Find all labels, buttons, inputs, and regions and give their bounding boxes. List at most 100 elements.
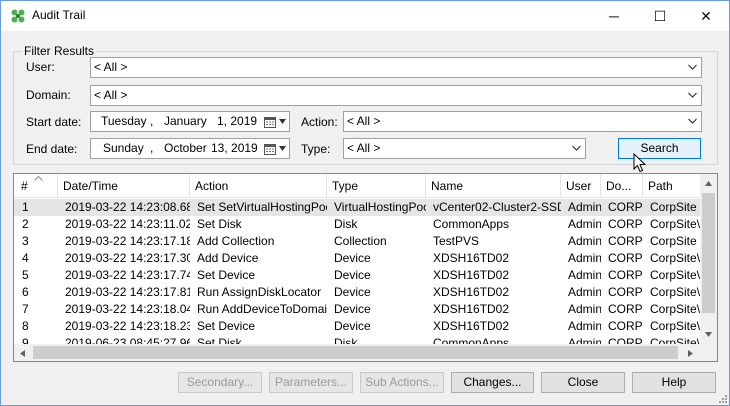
parameters-button[interactable]: Parameters... [269, 372, 353, 393]
table-cell: 2019-03-22 14:23:17.813 [65, 285, 190, 299]
scroll-left-icon[interactable] [20, 350, 25, 357]
user-combo-value: < All > [94, 60, 128, 74]
scroll-right-icon[interactable] [688, 350, 693, 357]
action-combo-value: < All > [347, 114, 381, 128]
sub-actions-button[interactable]: Sub Actions... [360, 372, 444, 393]
end-date-month: October [164, 141, 207, 155]
start-date-day-year: 1, 2019 [217, 114, 258, 128]
end-date-picker[interactable]: Sunday , October 13, 2019 [90, 138, 290, 159]
table-cell: CORP [608, 285, 643, 299]
dropdown-arrow-icon[interactable] [279, 119, 286, 124]
table-cell: Run AssignDiskLocator [197, 285, 322, 299]
table-cell: Admin [568, 302, 601, 316]
type-label: Type: [301, 142, 331, 156]
title-bar: Audit Trail ─ ☐ ✕ [1, 1, 729, 31]
user-combo[interactable]: < All > [90, 57, 702, 78]
table-cell: Admin [568, 200, 601, 214]
table-row[interactable]: 1 2019-03-22 14:23:08.680 Set SetVirtualHo… [14, 199, 704, 216]
column-header[interactable]: Type [327, 174, 426, 198]
table-cell: TestPVS [433, 234, 480, 248]
horizontal-scroll-thumb[interactable] [33, 346, 678, 359]
start-date-separator: , [150, 114, 154, 128]
table-row[interactable]: 3 2019-03-22 14:23:17.183 Add Collection Co… [14, 233, 704, 250]
table-cell: Device [334, 302, 371, 316]
table-cell: Set SetVirtualHostingPool [197, 200, 327, 214]
close-window-button[interactable]: ✕ [683, 1, 729, 31]
domain-combo[interactable]: < All > [90, 85, 702, 106]
changes-button[interactable]: Changes... [451, 372, 534, 393]
table-cell: XDSH16TD02 [433, 251, 510, 265]
domain-combo-value: < All > [94, 88, 128, 102]
table-cell: 2019-03-22 14:23:17.743 [65, 268, 190, 282]
dropdown-arrow-icon[interactable] [279, 146, 286, 151]
vertical-scrollbar[interactable] [700, 174, 717, 344]
table-cell: Device [334, 268, 371, 282]
table-cell: CorpSite [650, 234, 697, 248]
calendar-icon[interactable] [264, 116, 276, 128]
table-cell: 2 [22, 217, 29, 231]
column-header[interactable]: Do... [601, 174, 643, 198]
table-cell: Add Device [197, 251, 259, 265]
table-header: # Date/Time Action Type Name User Do... Path [14, 174, 704, 198]
table-row[interactable]: 8 2019-03-22 14:23:18.233 Set Device Device… [14, 318, 704, 335]
table-cell: Disk [334, 217, 358, 231]
start-date-month: January [164, 114, 207, 128]
chevron-down-icon [572, 145, 581, 151]
table-row[interactable]: 5 2019-03-22 14:23:17.743 Set Device Device… [14, 267, 704, 284]
table-cell: CORP [608, 319, 643, 333]
type-combo[interactable]: < All > [343, 138, 586, 159]
table-cell: CORP [608, 268, 643, 282]
table-row[interactable]: 4 2019-03-22 14:23:17.300 Add Device Device… [14, 250, 704, 267]
table-cell: CORP [608, 234, 643, 248]
secondary-button[interactable]: Secondary... [178, 372, 262, 393]
filter-results-title: Filter Results [22, 44, 97, 58]
table-cell: 2019-03-22 14:23:08.680 [65, 200, 190, 214]
sort-ascending-icon [34, 176, 43, 181]
start-date-label: Start date: [26, 115, 82, 129]
table-cell: Admin [568, 251, 601, 265]
vertical-scroll-thumb[interactable] [702, 193, 715, 313]
search-button[interactable]: Search [618, 138, 701, 159]
audit-trail-table[interactable]: # Date/Time Action Type Name User Do... Path 1 2… [13, 173, 718, 362]
start-date-weekday: Tuesday [101, 114, 147, 128]
maximize-button[interactable]: ☐ [637, 1, 683, 31]
table-cell: 3 [22, 234, 29, 248]
resize-grip-icon[interactable] [717, 393, 727, 403]
table-cell: Admin [568, 268, 601, 282]
table-cell: CorpSite\T [650, 319, 704, 333]
table-cell: Collection [334, 234, 387, 248]
scroll-down-icon[interactable] [705, 332, 712, 337]
table-row[interactable]: 7 2019-03-22 14:23:18.040 Run AddDeviceToD… [14, 301, 704, 318]
domain-label: Domain: [26, 88, 71, 102]
table-cell: CORP [608, 251, 643, 265]
table-cell: CorpSite\T [650, 285, 704, 299]
table-cell: 2019-03-22 14:23:18.040 [65, 302, 190, 316]
help-button[interactable]: Help [632, 372, 716, 393]
table-cell: vCenter02-Cluster2-SSD2 [433, 200, 561, 214]
table-cell: 4 [22, 251, 29, 265]
chevron-down-icon [688, 92, 697, 98]
end-date-separator: , [150, 141, 154, 155]
table-cell: Set Device [197, 319, 256, 333]
table-cell: XDSH16TD02 [433, 285, 510, 299]
column-header[interactable]: Date/Time [58, 174, 190, 198]
column-header[interactable]: Path [643, 174, 704, 198]
table-row[interactable]: 6 2019-03-22 14:23:17.813 Run AssignDiskLo… [14, 284, 704, 301]
horizontal-scrollbar[interactable] [14, 344, 700, 361]
table-row[interactable]: 2 2019-03-22 14:23:11.027 Set Disk Disk Comm… [14, 216, 704, 233]
minimize-button[interactable]: ─ [591, 1, 637, 31]
table-cell: 5 [22, 268, 29, 282]
calendar-icon[interactable] [264, 143, 276, 155]
action-combo[interactable]: < All > [343, 111, 702, 132]
audit-trail-window: Audit Trail ─ ☐ ✕ Filter Results User: <… [0, 0, 730, 406]
scroll-up-icon[interactable] [705, 181, 712, 186]
table-cell: CORP [608, 217, 643, 231]
start-date-picker[interactable]: Tuesday , January 1, 2019 [90, 111, 290, 132]
table-cell: Run AddDeviceToDomain [197, 302, 327, 316]
column-header[interactable]: Action [190, 174, 327, 198]
column-header[interactable]: Name [426, 174, 561, 198]
column-header[interactable]: User [561, 174, 601, 198]
table-cell: 7 [22, 302, 29, 316]
close-button[interactable]: Close [541, 372, 625, 393]
table-cell: CorpSite\T [650, 302, 704, 316]
